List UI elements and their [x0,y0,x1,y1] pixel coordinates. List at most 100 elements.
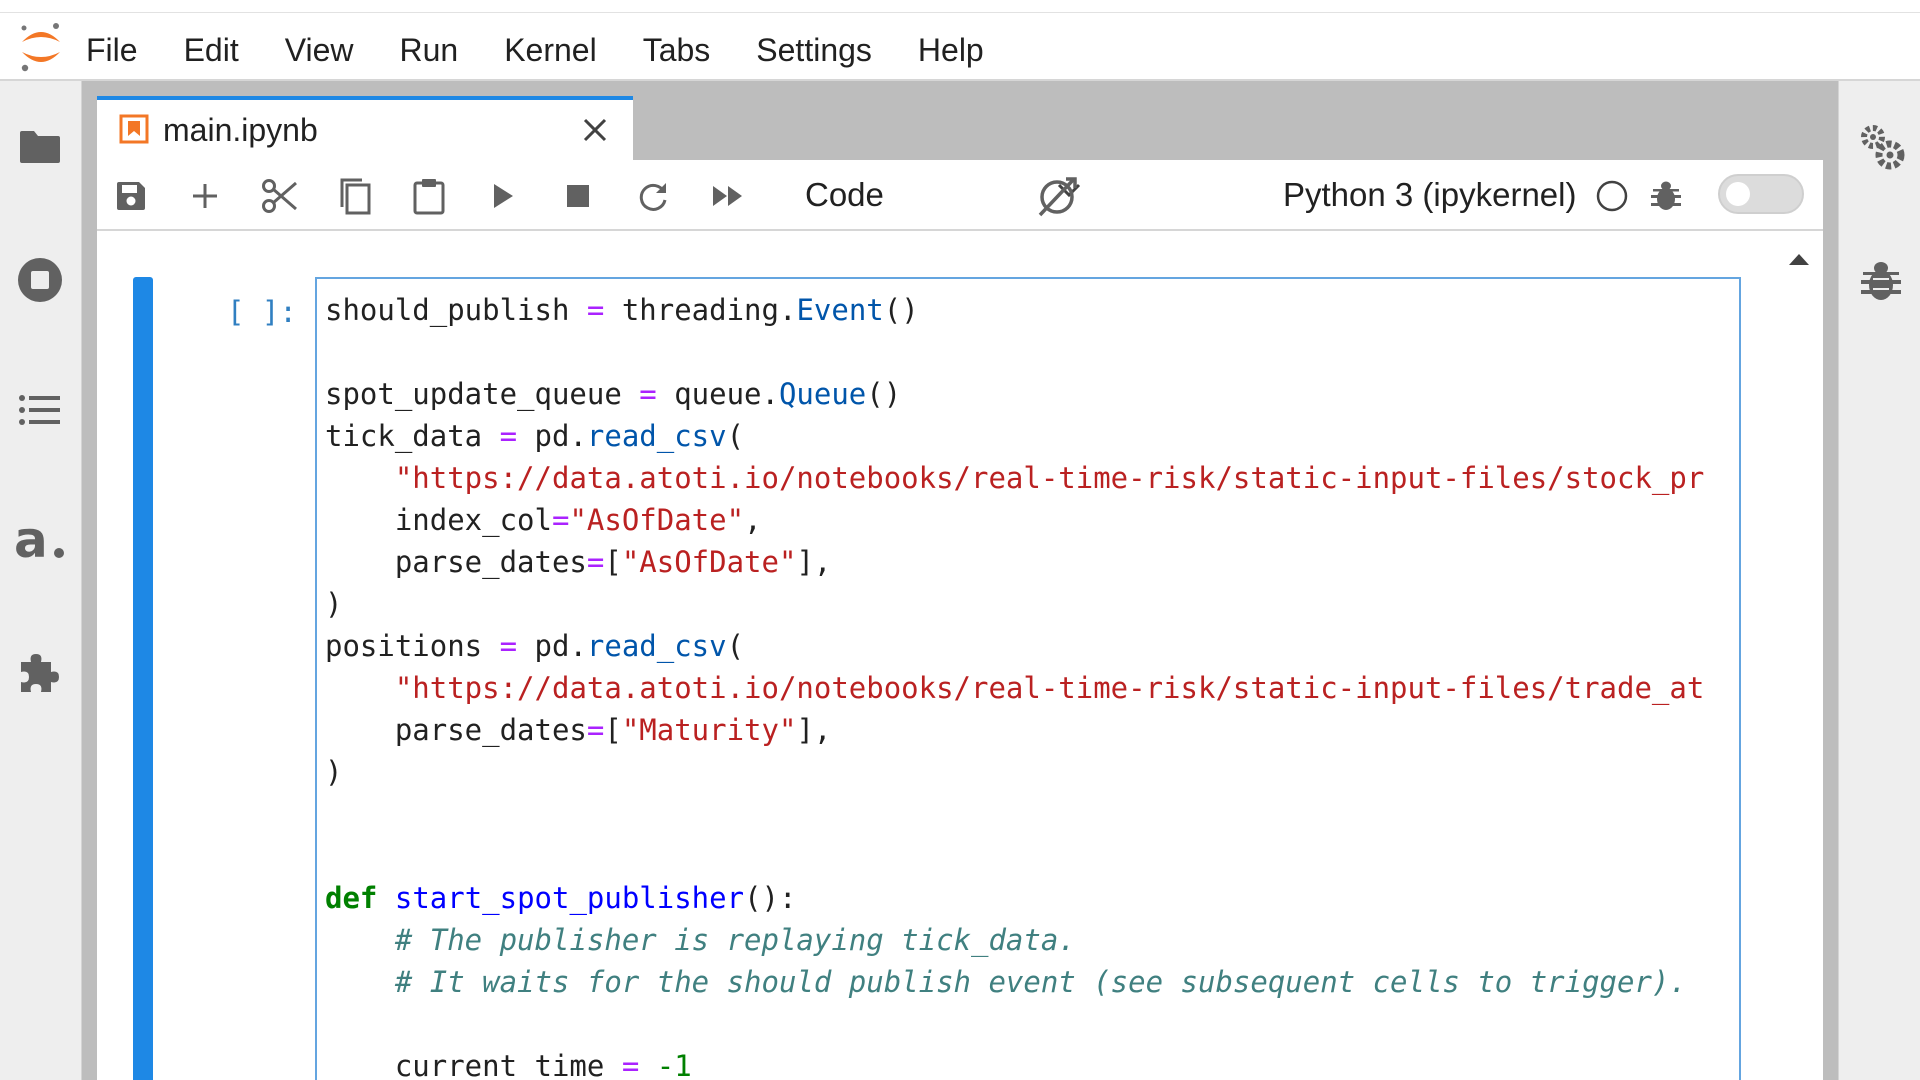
code-token: = [621,1049,640,1080]
code-token: Queue [778,377,867,411]
code-token: (): [744,881,797,915]
code-token: # The publisher is replaying tick_data. [394,923,1076,957]
code-token: ( [726,419,745,453]
kernel-name[interactable]: Python 3 (ipykernel) [1283,176,1576,214]
menu-tabs[interactable]: Tabs [643,26,711,74]
folder-icon[interactable] [14,121,66,173]
cut-scissors-icon[interactable] [258,174,302,218]
code-line: ) [325,583,1704,625]
insert-cell-plus-icon[interactable] [183,174,227,218]
notebook-file-icon [119,114,149,149]
table-of-contents-icon[interactable] [14,385,66,437]
code-token: "AsOfDate" [621,545,797,579]
code-token: should_publish [325,293,587,327]
code-token: ], [796,545,832,579]
code-token: "Maturity" [621,713,797,747]
code-token: , [744,503,762,537]
code-token: pd. [517,629,587,663]
code-token: index_col [325,503,552,537]
code-token: read_csv [586,419,727,453]
jupyter-logo[interactable] [16,20,66,72]
close-icon[interactable] [575,110,615,150]
kernel-idle-circle-icon [1590,174,1634,218]
paste-clipboard-icon[interactable] [407,174,451,218]
code-token: ], [796,713,832,747]
run-cell-play-icon[interactable] [481,174,525,218]
right-sidebar [1838,81,1920,1080]
code-token: -1 [656,1049,692,1080]
code-lines: should_publish = threading.Event() spot_… [325,289,1704,1080]
menu-view[interactable]: View [285,26,354,74]
menu-file[interactable]: File [86,26,138,74]
running-stop-icon[interactable] [14,254,66,306]
menu-edit[interactable]: Edit [184,26,239,74]
input-prompt: [ ]: [227,295,297,329]
code-line: # It waits for the should publish event … [325,961,1704,1003]
code-token: () [866,377,902,411]
code-token: = [499,629,518,663]
code-line: current_time = -1 [325,1045,1704,1080]
code-line: tick_data = pd.read_csv( [325,415,1704,457]
code-token: = [551,503,570,537]
debugger-toggle-switch[interactable] [1718,174,1804,214]
save-icon[interactable] [109,174,153,218]
code-line: positions = pd.read_csv( [325,625,1704,667]
kernel-logo-icon [1035,174,1079,218]
menu-settings[interactable]: Settings [756,26,872,74]
code-line: "https://data.atoti.io/notebooks/real-ti… [325,667,1704,709]
cell-collapser-bar[interactable] [133,277,153,1080]
code-token: = [586,713,605,747]
atoti-icon[interactable]: a [14,515,66,567]
code-token: = [586,293,605,327]
cell-type-value: Code [805,176,884,213]
code-token: tick_data [325,419,500,453]
code-cell-editor[interactable]: should_publish = threading.Event() spot_… [315,277,1741,1080]
code-token: start_spot_publisher [394,881,745,915]
debugger-bug-icon[interactable] [1644,174,1688,218]
code-token: parse_dates [325,713,587,747]
code-line: def start_spot_publisher(): [325,877,1704,919]
menu-kernel[interactable]: Kernel [504,26,597,74]
code-token: "https://data.atoti.io/notebooks/real-ti… [394,461,1705,495]
code-line: ) [325,751,1704,793]
code-token: # It waits for the should publish event … [394,965,1687,999]
menu-bar: File Edit View Run Kernel Tabs Settings … [0,0,1920,81]
restart-run-all-fast-forward-icon[interactable] [706,174,750,218]
code-line: "https://data.atoti.io/notebooks/real-ti… [325,457,1704,499]
left-sidebar: a [0,81,82,1080]
code-token: = [499,419,518,453]
svg-text:a: a [14,519,48,563]
tab-label: main.ipynb [163,112,318,148]
code-token: parse_dates [325,545,587,579]
property-inspector-gears-icon[interactable] [1855,121,1907,173]
code-token: "AsOfDate" [569,503,745,537]
debugger-bug-icon[interactable] [1855,255,1907,307]
code-token: read_csv [586,629,727,663]
code-token: spot_update_queue [325,377,640,411]
window-top-edge [0,0,1920,13]
extension-puzzle-icon[interactable] [14,645,66,697]
interrupt-stop-icon[interactable] [556,174,600,218]
code-token: queue. [656,377,779,411]
code-token: ) [325,587,343,621]
notebook-tab[interactable]: main.ipynb [97,96,633,160]
copy-icon[interactable] [333,174,377,218]
menu-run[interactable]: Run [399,26,458,74]
code-token: def [325,881,378,915]
restart-kernel-icon[interactable] [631,174,675,218]
notebook-cells-area: [ ]: should_publish = threading.Event() … [97,231,1823,1080]
code-token: positions [325,629,500,663]
scroll-up-arrow-icon[interactable] [1787,251,1811,271]
code-token: [ [604,713,622,747]
menu-help[interactable]: Help [918,26,984,74]
